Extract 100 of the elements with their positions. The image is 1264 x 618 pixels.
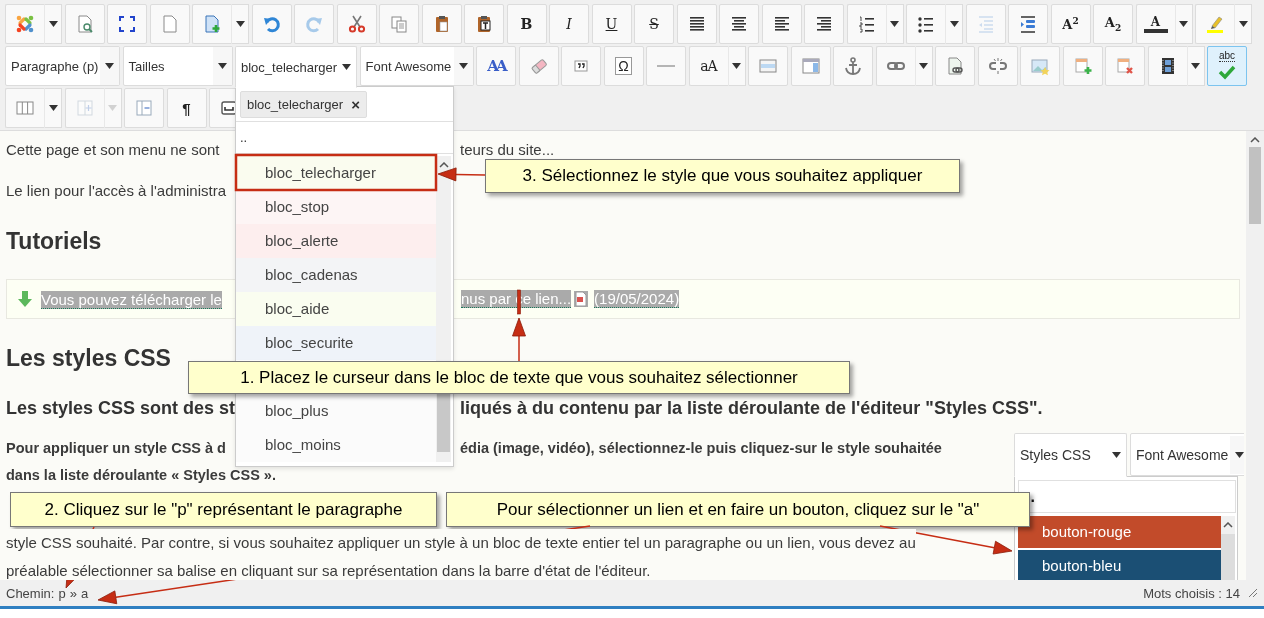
scrollbar[interactable] <box>1246 131 1264 580</box>
toolbar-button[interactable] <box>719 4 759 44</box>
menu-item[interactable]: bloc_cadenas <box>236 258 436 292</box>
callout-tooltip: Pour sélectionner un lien et en faire un bouton, cliquez sur le "a" <box>446 492 1030 527</box>
align-center-icon <box>729 14 749 34</box>
tag-label: bloc_telecharger <box>247 97 344 112</box>
style-select[interactable]: Tailles <box>122 46 233 86</box>
column-minus-icon <box>134 98 154 118</box>
dropdown-button[interactable] <box>45 4 62 44</box>
caret-icon <box>1238 21 1248 27</box>
caret-icon <box>105 63 114 69</box>
resize-grip-icon[interactable] <box>1248 588 1258 598</box>
bullet-list-icon <box>916 14 936 34</box>
caret-icon <box>48 105 58 111</box>
style-select[interactable]: Font Awesome <box>359 46 474 86</box>
toolbar-button[interactable]: AA <box>476 46 516 86</box>
menu-item[interactable]: bloc_aide <box>236 292 436 326</box>
scrollbar[interactable] <box>1221 516 1235 580</box>
table-cross-icon <box>1115 56 1135 76</box>
toolbar-button[interactable]: abc <box>1207 46 1247 86</box>
toolbar-button[interactable]: A$^{2}$ <box>1050 4 1091 44</box>
toolbar-button[interactable] <box>676 4 717 44</box>
callout-tooltip: 2. Cliquez sur le "p" représentant le paragraphe <box>10 492 437 527</box>
toolbar-button[interactable]: I <box>549 4 589 44</box>
path-separator: » <box>69 585 77 601</box>
page-plus-icon <box>202 14 222 34</box>
dropdown-button[interactable] <box>946 4 963 44</box>
dropdown-button[interactable] <box>1235 4 1252 44</box>
path-item[interactable]: p <box>58 585 66 601</box>
caret-icon <box>217 63 227 69</box>
broken-link-icon <box>987 56 1008 76</box>
toolbar-button[interactable]: A <box>1135 4 1176 44</box>
download-arrow-icon <box>15 289 35 309</box>
arrow <box>512 317 526 362</box>
menu-item[interactable]: bloc_alerte <box>236 224 436 258</box>
arrow <box>437 167 486 182</box>
toolbar-button[interactable] <box>761 4 802 44</box>
menu-item[interactable]: bloc_plus <box>236 394 436 428</box>
toolbar-button[interactable]: S <box>634 4 674 44</box>
menu-item[interactable]: bouton-rouge <box>1018 516 1221 548</box>
body-text: teurs du site... <box>460 140 555 160</box>
fullscreen-icon <box>117 14 137 34</box>
toolbar-button[interactable] <box>464 4 504 44</box>
caret-icon <box>890 21 899 27</box>
toolbar-button[interactable]: B <box>506 4 547 44</box>
menu-item[interactable]: bloc_moins <box>236 428 436 462</box>
style-select[interactable]: bloc_telecharger <box>235 46 357 88</box>
horizontal-line-icon <box>657 65 675 67</box>
caret-icon <box>919 63 928 69</box>
caret-icon <box>48 21 58 27</box>
scrollbar-thumb[interactable] <box>437 392 450 452</box>
toolbar-button[interactable] <box>107 4 147 44</box>
heading: Les styles CSS <box>6 344 171 373</box>
menu-item[interactable]: bloc_stop <box>236 190 436 224</box>
toolbar-button[interactable] <box>1147 46 1188 86</box>
callout-tooltip: 1. Placez le curseur dans le bloc de texte que vous souhaitez sélectionner <box>188 361 850 394</box>
page-link-icon <box>945 56 965 76</box>
indent-icon <box>1018 14 1038 34</box>
menu-item[interactable]: bloc_telecharger <box>236 156 436 190</box>
chevron-up-icon[interactable] <box>1250 137 1260 143</box>
toolbar-button[interactable] <box>804 4 844 44</box>
filter-field[interactable]: .. <box>236 121 453 154</box>
toolbar-button[interactable] <box>1008 4 1048 44</box>
caret-icon <box>732 63 741 69</box>
chevron-up-icon[interactable] <box>438 162 449 168</box>
toolbar-button[interactable]: Ω <box>603 46 644 86</box>
highlighter-icon <box>1205 14 1225 34</box>
body-text: dans la liste déroulante « Styles CSS ». <box>6 466 276 485</box>
scissors-icon <box>346 14 367 34</box>
word-count: Mots choisis : 14 <box>1143 585 1240 601</box>
style-select[interactable]: Paragraphe (p) <box>5 46 120 86</box>
caret-icon <box>108 105 117 111</box>
numbered-list-icon <box>856 14 877 34</box>
caret-icon <box>342 64 352 70</box>
table-plus-icon <box>1072 56 1093 76</box>
menu-item[interactable]: bouton-bleu <box>1018 550 1221 580</box>
remove-button[interactable]: × <box>351 96 360 113</box>
body-text: Cette page et son menu ne sont <box>6 141 220 158</box>
style-select[interactable]: Font Awesome <box>1130 433 1244 476</box>
style-select[interactable]: Styles CSS <box>1014 433 1127 477</box>
path-label: Chemin: <box>6 585 55 601</box>
caret-icon <box>235 21 245 27</box>
path-item[interactable]: a <box>80 585 89 601</box>
copy-icon <box>389 14 409 34</box>
toolbar-button[interactable]: U <box>591 4 632 44</box>
columns-icon <box>15 98 35 118</box>
body-text: édia (image, vidéo), sélectionnez-le puis cliquez-sur le style souhaitée <box>460 439 942 458</box>
dropdown-button[interactable] <box>232 4 249 44</box>
toolbar-button[interactable]: aA <box>688 46 729 86</box>
undo-icon <box>261 14 282 34</box>
dropdown-button[interactable] <box>45 88 62 128</box>
chevron-up-icon[interactable] <box>1223 522 1233 528</box>
panel-icon <box>758 56 778 76</box>
menu-item[interactable]: bloc_securite <box>236 326 436 360</box>
caret-icon <box>1191 63 1200 69</box>
scrollbar-thumb[interactable] <box>1249 147 1261 224</box>
caret-icon <box>1179 21 1188 27</box>
toolbar-button[interactable]: A$_{2}$ <box>1093 4 1133 44</box>
toolbar-button[interactable] <box>906 4 946 44</box>
toolbar-button[interactable]: ¶ <box>166 88 207 128</box>
